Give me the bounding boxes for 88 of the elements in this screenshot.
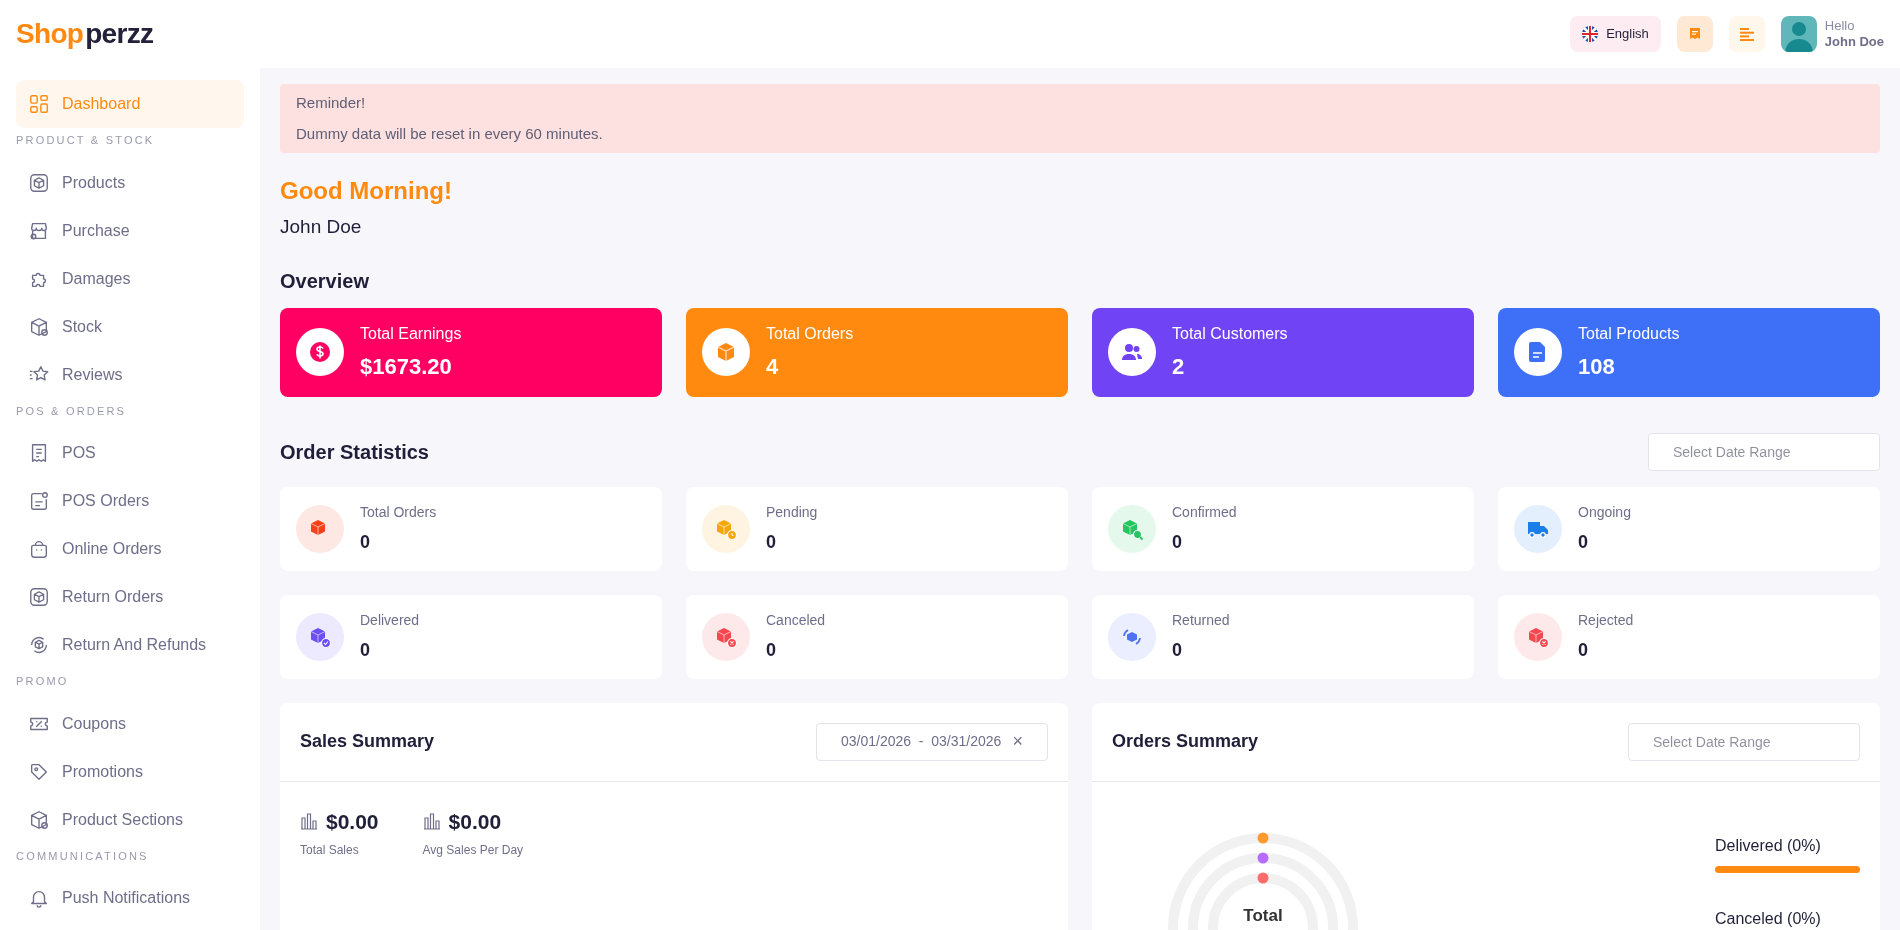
card-value: 0	[1172, 638, 1183, 662]
sidebar-item[interactable]: Push Notifications	[16, 874, 244, 922]
avatar[interactable]	[1780, 16, 1817, 52]
section-title: Order Statistics	[280, 439, 429, 465]
reminder-title: Reminder!	[296, 93, 367, 113]
greeting-title: Good Morning!	[280, 176, 453, 206]
sidebar-item[interactable]: POS Orders	[16, 477, 244, 525]
card-value: 108	[1578, 352, 1616, 381]
sidebar-item[interactable]: Damages	[16, 254, 244, 303]
sidebar-item[interactable]: Return And Refunds	[16, 621, 244, 669]
card-label: Total Customers	[1172, 323, 1288, 344]
card-label: Total Orders	[766, 323, 854, 344]
card-value: 0	[1172, 530, 1183, 554]
card-value: 0	[1578, 638, 1589, 662]
reminder-text: Dummy data will be reset in every 60 minutes.	[296, 123, 604, 144]
card-label: Ongoing	[1578, 502, 1631, 522]
greeting-name: John Doe	[280, 215, 363, 239]
chart-center-label: Total	[1242, 904, 1284, 927]
card-value: 0	[1578, 530, 1589, 554]
bar-chart-icon	[300, 812, 318, 831]
sidebar-item[interactable]: Reviews	[16, 350, 244, 399]
user-name: John Doe	[1824, 34, 1884, 51]
card-label: Rejected	[1578, 610, 1634, 630]
stat-value: $0.00	[326, 808, 379, 835]
card-value: $1673.20	[360, 352, 453, 381]
clear-button[interactable]: ×	[1012, 728, 1023, 755]
sidebar-item[interactable]: Purchase	[16, 206, 244, 255]
logo[interactable]: Shopperzz	[16, 13, 154, 55]
legend-label: Delivered (0%)	[1715, 835, 1822, 856]
date-range-field[interactable]: Select Date Range	[1628, 722, 1860, 761]
card-value: 0	[766, 530, 777, 554]
ring-marker	[1257, 872, 1269, 883]
box-icon	[28, 586, 50, 608]
sidebar-item[interactable]: Product Sections	[16, 795, 244, 844]
card-label: Pending	[766, 502, 818, 522]
card-value: 0	[360, 638, 371, 662]
sidebar-item[interactable]: Return Orders	[16, 573, 244, 621]
menu-icon	[1739, 27, 1754, 41]
card-title: Orders Summary	[1112, 730, 1259, 753]
dollar-icon	[309, 341, 331, 363]
sidebar-item[interactable]: POS	[16, 429, 244, 477]
cube-icon	[28, 315, 50, 338]
receipt-icon	[1688, 27, 1701, 41]
sidebar-item[interactable]: Products	[16, 158, 244, 207]
bag-icon	[28, 538, 50, 560]
card-label: Total Earnings	[360, 323, 462, 344]
cube-icon	[28, 808, 50, 831]
section-heading: PROMO	[16, 674, 70, 689]
users-icon	[1121, 341, 1143, 363]
stat-value: $0.00	[448, 808, 502, 835]
sidebar-item[interactable]: Stock	[16, 302, 244, 351]
ring-marker	[1257, 852, 1269, 863]
section-heading: COMMUNICATIONS	[16, 848, 150, 864]
sidebar-item[interactable]: Online Orders	[16, 525, 244, 573]
grid-icon	[28, 93, 50, 115]
menu-button[interactable]	[1728, 16, 1765, 52]
section-title: Overview	[280, 268, 370, 294]
box-icon	[28, 171, 50, 194]
card-label: Delivered	[360, 610, 420, 630]
card-label: Total Products	[1578, 323, 1680, 344]
date-range-field[interactable]: Select Date Range	[1648, 432, 1880, 471]
sidebar-item[interactable]: Promotions	[16, 747, 244, 796]
stat-label: Total Sales	[300, 842, 360, 859]
card-title: Sales Summary	[300, 730, 435, 753]
card-value: 0	[766, 638, 777, 662]
ring-marker	[1257, 832, 1269, 843]
receipt-button[interactable]	[1676, 16, 1713, 52]
card-label: Canceled	[766, 610, 826, 630]
section-heading: POS & ORDERS	[16, 403, 128, 419]
card-label: Total Orders	[360, 502, 437, 522]
sidebar-item[interactable]: Coupons	[16, 699, 244, 748]
refund-icon	[28, 634, 50, 656]
greeting-text: Hello	[1824, 17, 1856, 34]
box-icon	[715, 341, 737, 363]
stat-label: Avg Sales Per Day	[422, 842, 524, 859]
section-heading: PRODUCT & STOCK	[16, 133, 156, 148]
card-value: 2	[1172, 352, 1186, 381]
card-value: 4	[766, 352, 780, 381]
card-label: Confirmed	[1172, 502, 1237, 522]
card-value: 0	[360, 530, 371, 554]
document-icon	[1528, 341, 1548, 363]
flag-icon	[1582, 26, 1599, 42]
card-label: Returned	[1172, 610, 1230, 630]
note-icon	[28, 490, 50, 512]
date-range-field[interactable]: 03/01/2026 - 03/31/2026 ×	[816, 722, 1048, 761]
language-button[interactable]: English	[1570, 16, 1661, 52]
bar-chart-icon	[422, 812, 441, 831]
legend-label: Canceled (0%)	[1715, 908, 1822, 929]
